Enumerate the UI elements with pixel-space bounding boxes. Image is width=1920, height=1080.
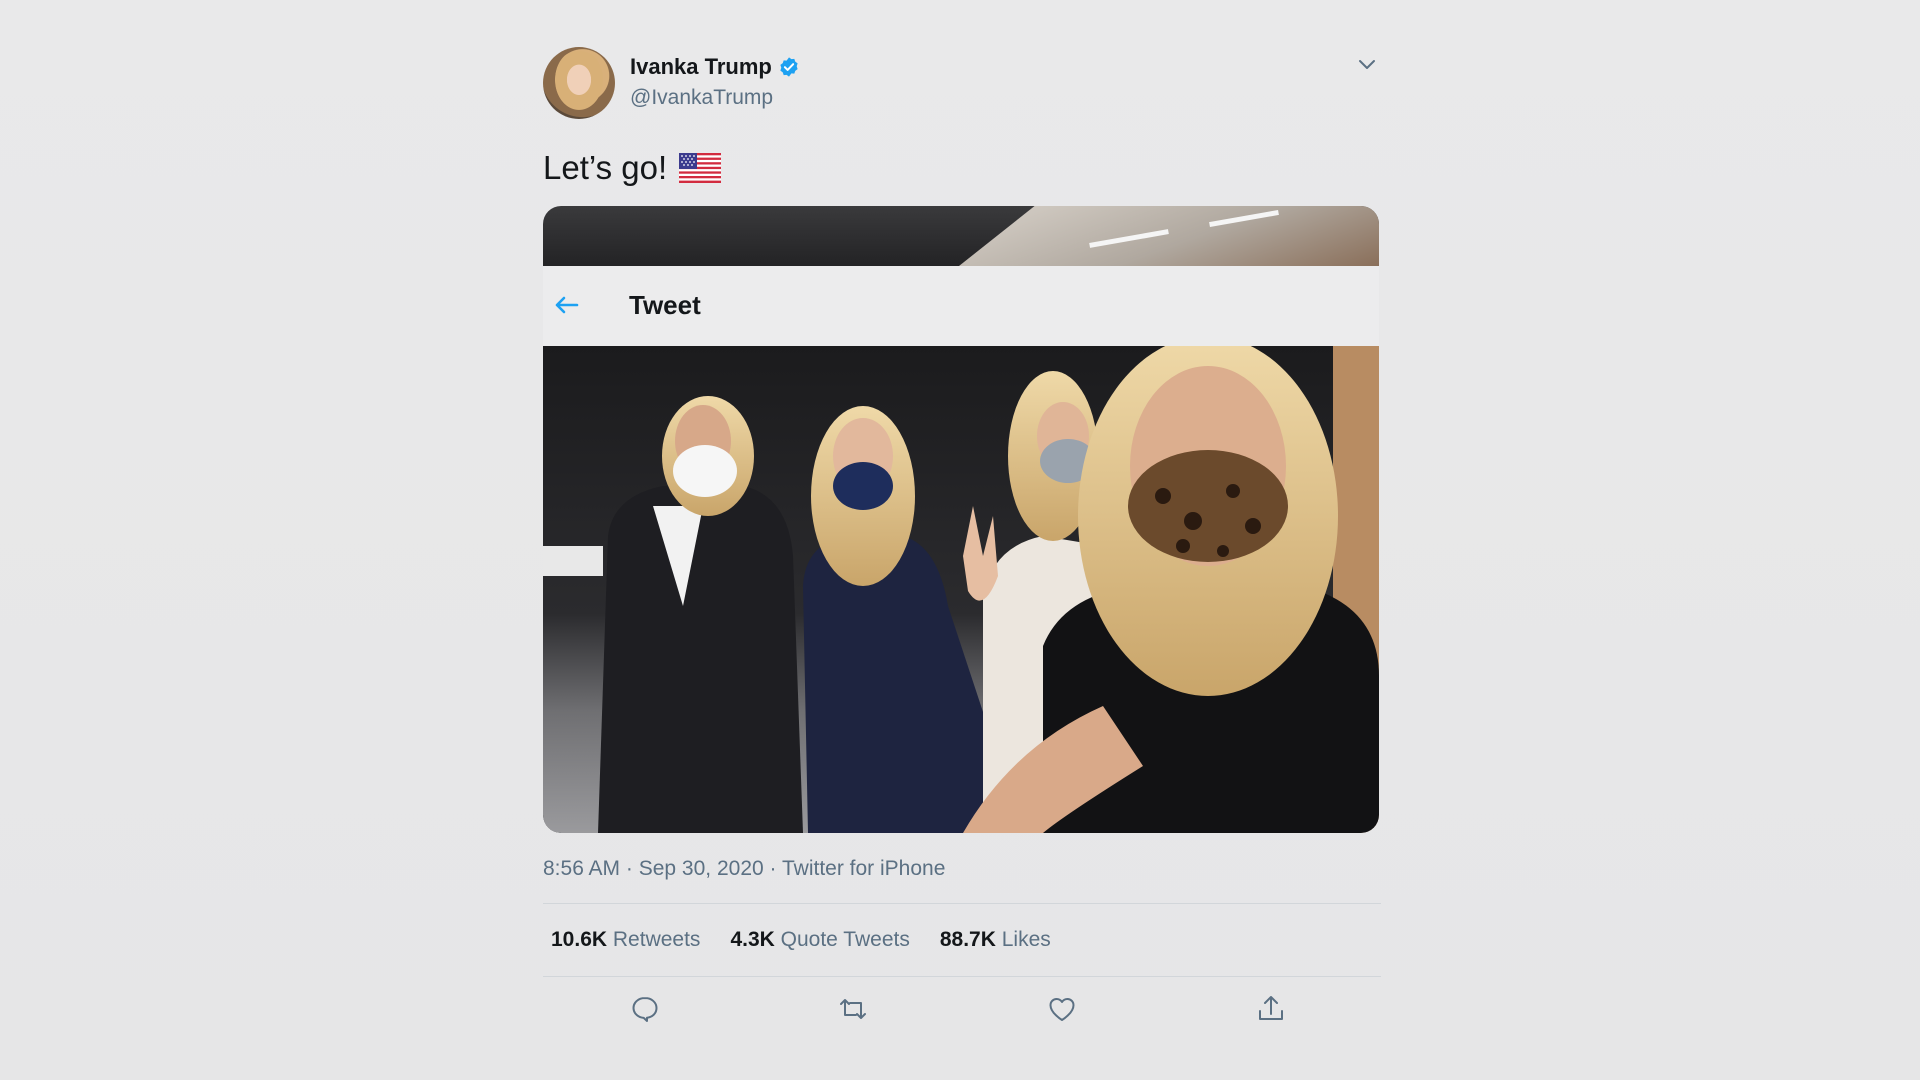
us-flag-icon [679,153,722,183]
display-name[interactable]: Ivanka Trump [630,54,772,80]
avatar[interactable] [543,47,615,119]
tweet-text-content: Let’s go! [543,149,668,186]
like-icon[interactable] [1046,993,1078,1025]
tweet-time[interactable]: 8:56 AM [543,857,620,880]
likes-count: 88.7K [939,928,996,951]
page: Ivanka Trump @IvankaTrump Let’s go! Twee… [0,0,1920,1080]
tweet-media[interactable]: Tweet [543,206,1379,833]
retweets-label: Retweets [612,928,701,951]
selfie-photo[interactable] [543,346,1379,833]
tweet-card: Ivanka Trump @IvankaTrump Let’s go! Twee… [543,40,1381,1049]
tweet-date[interactable]: Sep 30, 2020 [639,857,764,880]
retweet-icon[interactable] [837,993,869,1025]
embedded-tweet-header: Tweet [543,266,1379,346]
tweet-stats: 10.6K Retweets 4.3K Quote Tweets 88.7K L… [543,904,1381,976]
avatar-face [551,51,607,115]
handle[interactable]: @IvankaTrump [630,86,773,110]
tweet-actions [543,977,1381,1049]
tweet-text: Let’s go! [543,146,1381,190]
photo-illustration [543,346,1379,833]
verified-icon [778,56,800,78]
tweet-source[interactable]: Twitter for iPhone [782,857,945,880]
tweet-meta: 8:56 AM · Sep 30, 2020 · Twitter for iPh… [543,853,1381,885]
quote-tweets-count: 4.3K [730,928,775,951]
tweet-header: Ivanka Trump @IvankaTrump [543,40,1381,120]
chevron-down-icon[interactable] [1357,54,1377,74]
embedded-header-title: Tweet [629,290,701,320]
quote-tweets-label: Quote Tweets [780,928,910,951]
reply-icon[interactable] [629,993,661,1025]
meta-separator: · [763,857,782,880]
quote-tweets-stat[interactable]: 4.3K Quote Tweets [730,928,909,952]
retweets-count: 10.6K [551,928,608,951]
meta-separator: · [620,857,639,880]
share-icon[interactable] [1255,993,1287,1025]
back-arrow-icon[interactable] [551,290,581,320]
likes-stat[interactable]: 88.7K Likes [940,928,1051,952]
likes-label: Likes [1001,928,1051,951]
media-top-photo-strip [543,206,1379,266]
name-row: Ivanka Trump [630,54,800,80]
retweets-stat[interactable]: 10.6K Retweets [551,928,700,952]
ceiling-area [959,206,1379,266]
